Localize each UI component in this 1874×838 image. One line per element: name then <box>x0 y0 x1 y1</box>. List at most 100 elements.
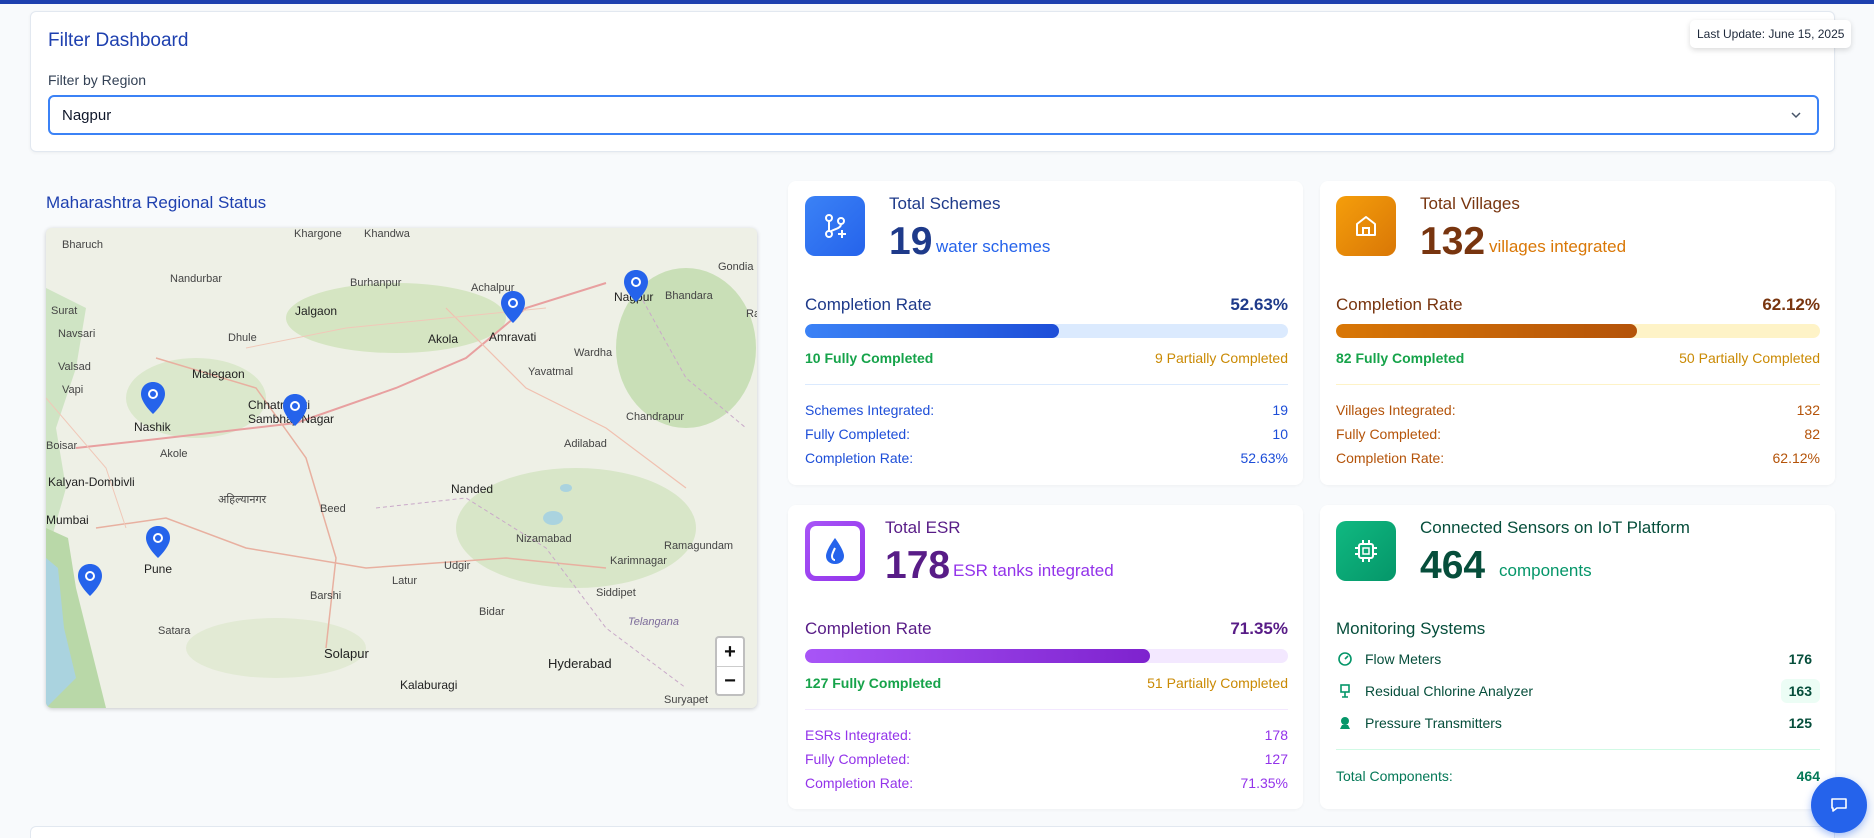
stat-label: Completion Rate: <box>805 450 914 466</box>
map-label: Khargone <box>294 228 342 240</box>
esr-unit: ESR tanks integrated <box>953 561 1114 580</box>
regional-map[interactable]: Bharuch Khargone Khandwa Nandurbar Burha… <box>46 228 757 708</box>
villages-count: 132 <box>1420 220 1486 263</box>
stat-value: 82 <box>1804 426 1820 442</box>
stat-label: Total Components: <box>1336 768 1453 784</box>
schemes-progress-bar <box>805 324 1288 338</box>
map-label: Surat <box>51 305 78 317</box>
chat-button[interactable] <box>1811 777 1867 833</box>
map-label: Pune <box>144 562 173 576</box>
villages-title: Total Villages <box>1420 194 1520 213</box>
total-components-row: Total Components: 464 <box>1336 768 1820 784</box>
region-select-value: Nagpur <box>62 107 112 124</box>
home-icon <box>1336 196 1396 256</box>
villages-progress-bar <box>1336 324 1820 338</box>
map-label: Bharuch <box>62 239 103 251</box>
map-label: Bidar <box>479 606 505 618</box>
stat-label: Fully Completed: <box>1336 426 1442 442</box>
stat-value: 62.12% <box>1772 450 1820 466</box>
sensor-label: Residual Chlorine Analyzer <box>1365 683 1534 699</box>
stat-label: Schemes Integrated: <box>805 402 935 418</box>
esr-partially-completed: 51 Partially Completed <box>1147 675 1288 691</box>
villages-unit: villages integrated <box>1489 237 1627 256</box>
map-section: Maharashtra Regional Status <box>46 193 266 213</box>
stat-value: 10 <box>1272 426 1288 442</box>
analyzer-icon <box>1336 682 1354 700</box>
divider <box>1336 384 1820 385</box>
zoom-in-button[interactable]: + <box>717 638 743 666</box>
map-label: Akola <box>428 332 459 346</box>
divider <box>805 384 1288 385</box>
zoom-out-button[interactable]: − <box>717 666 743 694</box>
stat-label: Completion Rate: <box>805 775 914 791</box>
map-pin-icon[interactable] <box>141 382 165 414</box>
villages-stat-row: Completion Rate: 62.12% <box>1336 450 1820 466</box>
sensor-value: 125 <box>1788 715 1812 731</box>
pressure-icon <box>1336 714 1354 732</box>
region-select[interactable]: Nagpur <box>48 95 1819 135</box>
stat-value: 52.63% <box>1240 450 1288 466</box>
stat-label: Villages Integrated: <box>1336 402 1456 418</box>
map-label: Jalgaon <box>295 304 338 318</box>
map-label: Latur <box>392 575 418 587</box>
stat-label: ESRs Integrated: <box>805 727 912 743</box>
schemes-stat-row: Schemes Integrated: 19 <box>805 402 1288 418</box>
schemes-title: Total Schemes <box>889 194 1001 213</box>
villages-rate-value: 62.12% <box>1762 295 1820 314</box>
schemes-stat-row: Fully Completed: 10 <box>805 426 1288 442</box>
map-label: Nashik <box>134 420 171 434</box>
stat-value: 127 <box>1264 751 1288 767</box>
schemes-rate-label: Completion Rate <box>805 295 932 314</box>
map-label: Karimnagar <box>610 555 667 567</box>
map-label: Telangana <box>628 616 679 628</box>
stat-label: Completion Rate: <box>1336 450 1445 466</box>
map-pin-icon[interactable] <box>146 526 170 558</box>
sensors-count: 464 <box>1420 544 1486 587</box>
last-update-badge: Last Update: June 15, 2025 <box>1690 20 1852 48</box>
map-pin-icon[interactable] <box>283 394 307 426</box>
villages-partially-completed: 50 Partially Completed <box>1679 350 1820 366</box>
map-pin-icon[interactable] <box>78 564 102 596</box>
esr-rate-label: Completion Rate <box>805 619 932 638</box>
schemes-count: 19 <box>889 220 933 263</box>
map-pin-icon[interactable] <box>501 291 525 323</box>
map-label: Nanded <box>451 482 494 496</box>
stat-label: Fully Completed: <box>805 426 911 442</box>
esr-stat-row: Fully Completed: 127 <box>805 751 1288 767</box>
map-label: Nandurbar <box>170 273 222 285</box>
map-label: Beed <box>320 503 346 515</box>
map-label: Satara <box>158 625 191 637</box>
map-label: Kalaburagi <box>400 678 458 692</box>
git-branch-icon <box>805 196 865 256</box>
villages-stat-row: Villages Integrated: 132 <box>1336 402 1820 418</box>
map-label: Mumbai <box>46 513 89 527</box>
map-label: Valsad <box>58 361 91 373</box>
map-label: Amravati <box>489 330 537 344</box>
map-label: Dhule <box>228 332 257 344</box>
map-label: Khandwa <box>364 228 410 240</box>
filter-title: Filter Dashboard <box>48 30 189 51</box>
map-zoom-control: + − <box>715 636 745 696</box>
chevron-down-icon <box>1791 112 1801 119</box>
map-label: Solapur <box>324 646 369 661</box>
esr-stat-row: ESRs Integrated: 178 <box>805 727 1288 743</box>
esr-progress-fill <box>805 649 1150 663</box>
map-title: Maharashtra Regional Status <box>46 193 267 212</box>
map-label: Gondia <box>718 261 754 273</box>
filter-panel: Filter Dashboard Filter by Region Nagpur <box>30 11 1835 152</box>
sensors-unit: components <box>1499 561 1592 580</box>
stat-value: 71.35% <box>1240 775 1288 791</box>
map-label: Wardha <box>574 347 613 359</box>
villages-rate-label: Completion Rate <box>1336 295 1463 314</box>
schemes-partially-completed: 9 Partially Completed <box>1154 350 1288 366</box>
water-drop-icon <box>805 521 865 581</box>
map-label: Yavatmal <box>528 366 574 378</box>
map-pin-icon[interactable] <box>624 270 648 302</box>
stat-value: 178 <box>1264 727 1288 743</box>
schemes-rate-value: 52.63% <box>1230 295 1288 314</box>
chip-icon <box>1336 521 1396 581</box>
stat-value: 464 <box>1796 768 1820 784</box>
esr-rate-value: 71.35% <box>1230 619 1288 638</box>
map-label: Kalyan-Dombivli <box>48 475 135 489</box>
stat-value: 19 <box>1272 402 1288 418</box>
